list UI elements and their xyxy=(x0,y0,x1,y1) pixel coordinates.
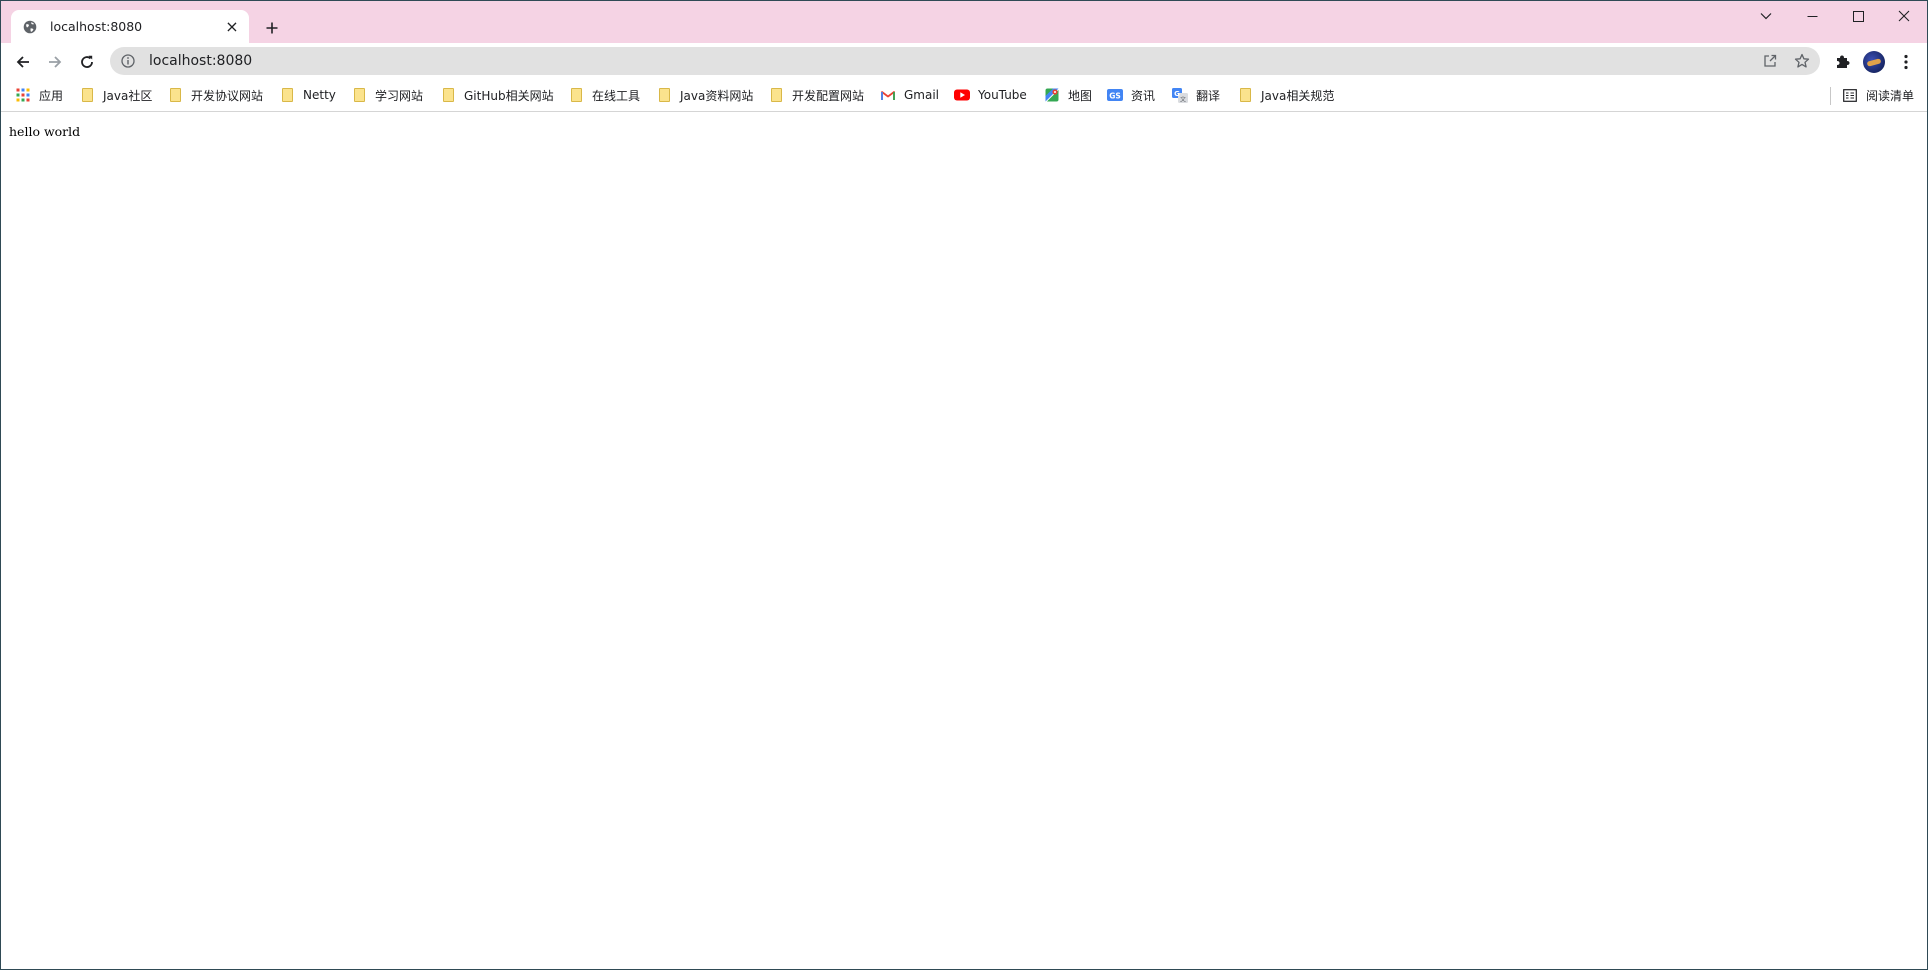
bookmarks-bar: 应用 Java社区 开发协议网站 Netty 学习网站 GitHub相关网站 在… xyxy=(1,79,1927,112)
bookmark-label: 开发配置网站 xyxy=(792,88,865,103)
close-window-button[interactable] xyxy=(1881,1,1927,31)
tab-strip: localhost:8080 × xyxy=(1,1,1927,43)
bookmark-label: 应用 xyxy=(39,88,64,103)
info-icon[interactable] xyxy=(120,53,136,69)
folder-icon xyxy=(167,87,183,103)
bookmark-folder[interactable]: 开发协议网站 xyxy=(167,84,263,106)
reload-button[interactable] xyxy=(73,48,101,76)
svg-text:GS: GS xyxy=(1109,92,1121,101)
maximize-button[interactable] xyxy=(1835,1,1881,31)
close-icon xyxy=(1898,10,1910,22)
toolbar: localhost:8080 xyxy=(1,43,1927,79)
more-vert-icon xyxy=(1904,54,1908,70)
reading-list-label: 阅读清单 xyxy=(1866,88,1915,103)
tab-title: localhost:8080 xyxy=(50,19,143,34)
bookmark-label: GitHub相关网站 xyxy=(464,88,554,103)
bookmark-folder[interactable]: 在线工具 xyxy=(568,84,640,106)
back-button[interactable] xyxy=(9,48,37,76)
menu-button[interactable] xyxy=(1892,48,1920,76)
bookmark-label: 翻译 xyxy=(1196,88,1221,103)
bookmark-label: Gmail xyxy=(904,88,940,102)
globe-icon xyxy=(22,19,38,35)
translate-icon: G 文 xyxy=(1172,87,1188,103)
url-text[interactable]: localhost:8080 xyxy=(149,53,1756,69)
page-content: hello world xyxy=(1,112,1927,969)
bookmark-label: 地图 xyxy=(1068,88,1093,103)
folder-icon xyxy=(79,87,95,103)
bookmark-maps[interactable]: 地图 xyxy=(1044,84,1092,106)
bookmark-label: 开发协议网站 xyxy=(191,88,264,103)
bookmark-label: Netty xyxy=(303,88,336,102)
bookmarks-divider xyxy=(1830,87,1831,105)
svg-text:文: 文 xyxy=(1180,95,1186,103)
new-tab-button[interactable] xyxy=(259,15,285,41)
reload-icon xyxy=(81,55,93,68)
gmail-icon xyxy=(880,87,896,103)
folder-icon xyxy=(568,87,584,103)
youtube-icon xyxy=(954,87,970,103)
tab-localhost[interactable]: localhost:8080 × xyxy=(11,10,249,43)
maximize-icon xyxy=(1852,10,1864,22)
maps-icon xyxy=(1044,87,1060,103)
apps-grid-icon xyxy=(15,87,31,103)
bookmark-label: YouTube xyxy=(978,88,1027,102)
bookmark-folder[interactable]: Java相关规范 xyxy=(1237,84,1334,106)
puzzle-icon xyxy=(1837,55,1850,68)
bookmark-gmail[interactable]: Gmail xyxy=(880,84,939,106)
bookmark-folder[interactable]: Netty xyxy=(279,84,336,106)
folder-icon xyxy=(1237,87,1253,103)
reading-list-button[interactable]: 阅读清单 xyxy=(1842,84,1914,106)
plus-icon xyxy=(266,22,278,34)
bookmark-label: 资讯 xyxy=(1131,88,1156,103)
share-icon[interactable] xyxy=(1756,47,1784,75)
profile-button[interactable] xyxy=(1860,48,1888,76)
bookmark-news[interactable]: GS 资讯 xyxy=(1107,84,1155,106)
bookmark-label: 学习网站 xyxy=(375,88,424,103)
bookmark-folder[interactable]: 开发配置网站 xyxy=(768,84,864,106)
bookmark-folder[interactable]: Java资料网站 xyxy=(656,84,753,106)
tab-search-button[interactable] xyxy=(1743,1,1789,31)
bookmark-youtube[interactable]: YouTube xyxy=(954,84,1027,106)
minimize-icon xyxy=(1807,15,1817,17)
folder-icon xyxy=(279,87,295,103)
bookmark-folder[interactable]: GitHub相关网站 xyxy=(440,84,554,106)
bookmark-translate[interactable]: G 文 翻译 xyxy=(1172,84,1220,106)
minimize-button[interactable] xyxy=(1789,1,1835,31)
folder-icon xyxy=(440,87,456,103)
bookmark-label: 在线工具 xyxy=(592,88,641,103)
star-icon[interactable] xyxy=(1788,47,1816,75)
browser-window: localhost:8080 × localhost:8080 应用 Java社… xyxy=(0,0,1928,970)
forward-button[interactable] xyxy=(41,48,69,76)
arrow-right-icon xyxy=(49,56,62,68)
folder-icon xyxy=(768,87,784,103)
arrow-left-icon xyxy=(16,56,29,68)
bookmark-label: Java社区 xyxy=(103,88,153,103)
address-bar[interactable]: localhost:8080 xyxy=(110,47,1820,75)
bookmark-folder[interactable]: 学习网站 xyxy=(351,84,423,106)
tab-close-button[interactable]: × xyxy=(223,17,241,36)
news-icon: GS xyxy=(1107,87,1123,103)
folder-icon xyxy=(351,87,367,103)
body-text: hello world xyxy=(9,124,81,139)
bookmark-apps[interactable]: 应用 xyxy=(15,84,63,106)
bookmark-label: Java资料网站 xyxy=(680,88,754,103)
chevron-down-icon xyxy=(1760,13,1772,20)
folder-icon xyxy=(656,87,672,103)
extensions-button[interactable] xyxy=(1828,48,1856,76)
reading-list-icon xyxy=(1842,87,1858,103)
avatar xyxy=(1863,51,1885,73)
bookmark-folder[interactable]: Java社区 xyxy=(79,84,152,106)
window-controls xyxy=(1743,1,1927,31)
bookmark-label: Java相关规范 xyxy=(1261,88,1335,103)
